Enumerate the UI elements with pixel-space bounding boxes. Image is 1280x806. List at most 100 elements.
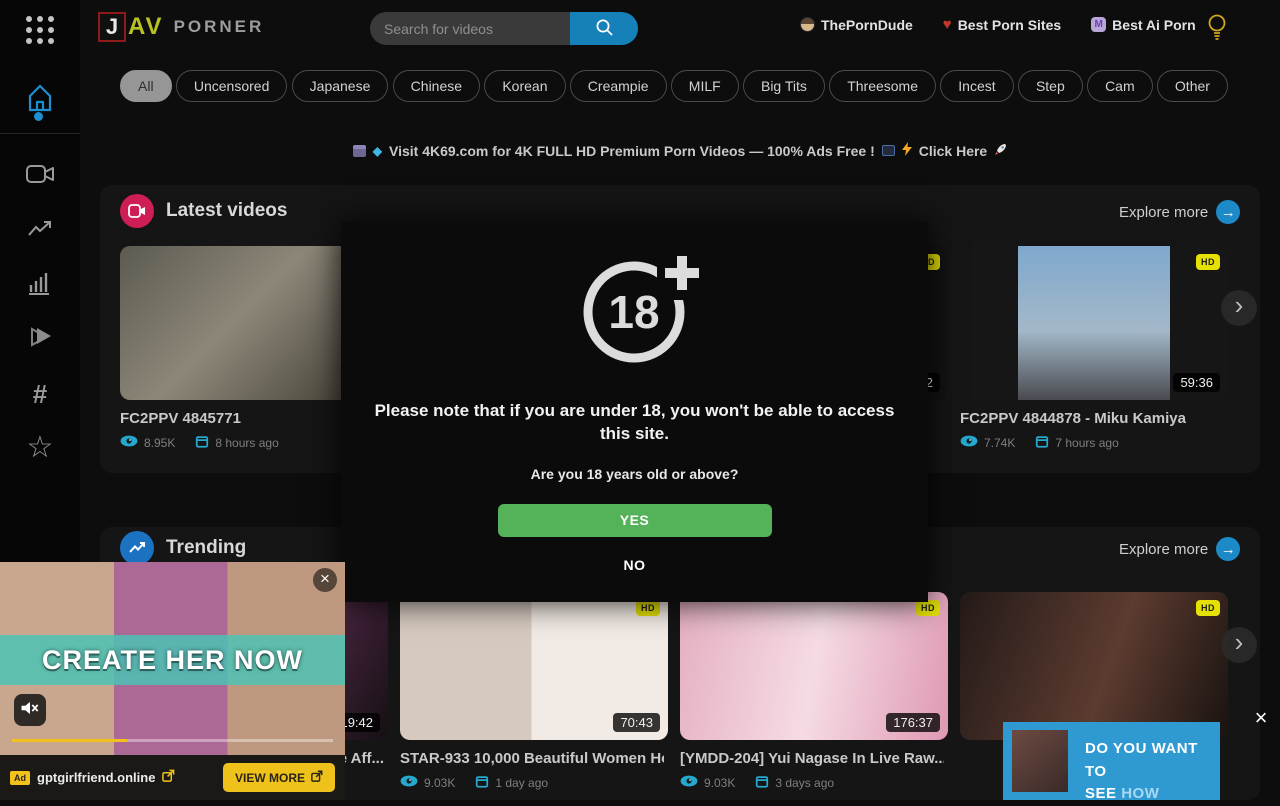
link-label: Best Ai Porn: [1112, 17, 1196, 33]
grid-dots-icon: [26, 16, 54, 44]
explore-more-label: Explore more: [1119, 204, 1208, 221]
ad-headline-band: CREATE HER NOW: [0, 635, 345, 685]
category-pill-creampie[interactable]: Creampie: [570, 70, 667, 102]
ad-text-line1: DO YOU WANT TO: [1085, 738, 1220, 783]
ad-domain-link[interactable]: gptgirlfriend.online: [37, 770, 155, 785]
video-camera-icon: [24, 162, 56, 191]
view-more-button[interactable]: VIEW MORE: [223, 763, 335, 792]
category-pill-milf[interactable]: MILF: [671, 70, 739, 102]
site-logo[interactable]: J AV PORNER: [98, 12, 264, 42]
video-thumbnail[interactable]: HD 59:36: [960, 246, 1228, 400]
ad-progress-track[interactable]: [12, 739, 333, 742]
rocket-icon: [994, 143, 1007, 159]
search-button[interactable]: [570, 12, 638, 45]
video-title[interactable]: STAR-933 10,000 Beautiful Women Honj...: [400, 750, 664, 767]
upload-age: 1 day ago: [495, 776, 548, 790]
no-button[interactable]: NO: [624, 557, 646, 573]
search-icon: [595, 18, 614, 40]
upload-age: 3 days ago: [775, 776, 834, 790]
category-pill-chinese[interactable]: Chinese: [393, 70, 480, 102]
sidebar-item-top-rated[interactable]: [22, 267, 58, 303]
latest-explore-more[interactable]: Explore more →: [1119, 200, 1240, 224]
sidebar-item-tags[interactable]: #: [22, 376, 58, 412]
video-meta: 9.03K 1 day ago: [400, 774, 668, 791]
video-thumbnail[interactable]: HD 70:43: [400, 592, 668, 740]
category-pill-step[interactable]: Step: [1018, 70, 1083, 102]
theme-toggle-button[interactable]: [1204, 12, 1232, 42]
thumbnail-image: [1018, 246, 1170, 400]
video-title[interactable]: FC2PPV 4844878 - Miku Kamiya: [960, 410, 1224, 427]
active-indicator-dot: [34, 112, 43, 121]
category-pill-incest[interactable]: Incest: [940, 70, 1013, 102]
calendar-icon: [475, 774, 489, 791]
latest-carousel-next-button[interactable]: ›: [1221, 290, 1257, 326]
link-theporndude[interactable]: ThePornDude: [800, 17, 913, 33]
category-pill-threesome[interactable]: Threesome: [829, 70, 936, 102]
video-thumbnail[interactable]: HD 176:37: [680, 592, 948, 740]
logo-j-badge: J: [98, 12, 126, 42]
category-pill-japanese[interactable]: Japanese: [292, 70, 389, 102]
link-label: ThePornDude: [821, 17, 913, 33]
hd-badge: HD: [636, 600, 660, 616]
play-icon: [26, 324, 54, 355]
video-ad-overlay: CREATE HER NOW Ad gptgirlfriend.online V…: [0, 562, 345, 800]
video-card: HD 70:43 STAR-933 10,000 Beautiful Women…: [400, 592, 668, 791]
heart-icon: ♥: [943, 16, 952, 33]
view-count: 7.74K: [984, 436, 1015, 450]
latest-videos-icon: [120, 194, 154, 228]
category-pill-big-tits[interactable]: Big Tits: [743, 70, 825, 102]
close-left-ad-button[interactable]: ×: [313, 568, 337, 592]
age-verification-modal: 18 Please note that if you are under 18,…: [341, 222, 928, 602]
sidebar-item-trending[interactable]: [22, 213, 58, 249]
muted-speaker-icon: [20, 699, 40, 722]
link-best-ai-porn[interactable]: M Best Ai Porn: [1091, 17, 1196, 33]
sidebar-item-playlists[interactable]: [22, 321, 58, 357]
age-number: 18: [608, 286, 659, 338]
video-thumbnail[interactable]: HD: [960, 592, 1228, 740]
sidebar-divider: [0, 133, 80, 134]
section-title: Trending: [166, 537, 246, 559]
video-card: HD 59:36 FC2PPV 4844878 - Miku Kamiya 7.…: [960, 246, 1228, 451]
lightbulb-icon: [1204, 29, 1230, 46]
ad-text-how: HOW: [1121, 785, 1159, 802]
bottom-right-ad[interactable]: DO YOU WANT TO SEE HOW: [1003, 722, 1220, 800]
category-pill-uncensored[interactable]: Uncensored: [176, 70, 288, 102]
category-pill-other[interactable]: Other: [1157, 70, 1228, 102]
arrow-right-icon: →: [1216, 200, 1240, 224]
bolt-icon: [902, 142, 912, 159]
calendar-icon: [755, 774, 769, 791]
ad-text-see: SEE: [1085, 785, 1117, 802]
duration-badge: 176:37: [886, 713, 940, 732]
mute-button[interactable]: [14, 694, 46, 726]
trending-explore-more[interactable]: Explore more →: [1119, 537, 1240, 561]
close-icon: ×: [320, 569, 330, 588]
promo-banner[interactable]: ◆ Visit 4K69.com for 4K FULL HD Premium …: [100, 142, 1260, 159]
link-best-porn-sites[interactable]: ♥ Best Porn Sites: [943, 16, 1061, 33]
apps-grid-icon[interactable]: [22, 12, 58, 48]
ad-video-area[interactable]: CREATE HER NOW: [0, 562, 345, 755]
search-input[interactable]: [370, 12, 570, 45]
calendar-icon: [1035, 434, 1049, 451]
category-pill-cam[interactable]: Cam: [1087, 70, 1153, 102]
ad-info-bar: Ad gptgirlfriend.online VIEW MORE: [0, 755, 345, 800]
eye-icon: [680, 775, 698, 790]
chevron-right-icon: ›: [1235, 627, 1244, 657]
logo-site-name: PORNER: [174, 17, 265, 37]
age-warning-text: Please note that if you are under 18, yo…: [365, 400, 905, 446]
sidebar-item-videos[interactable]: [22, 158, 58, 194]
eye-icon: [960, 435, 978, 450]
sidebar-item-favorites[interactable]: ☆: [22, 430, 58, 466]
duration-badge: 70:43: [613, 713, 660, 732]
hd-badge: HD: [1196, 254, 1220, 270]
trending-carousel-next-button[interactable]: ›: [1221, 627, 1257, 663]
age-question-text: Are you 18 years old or above?: [531, 466, 739, 482]
eye-icon: [400, 775, 418, 790]
eye-icon: [120, 435, 138, 450]
yes-button[interactable]: YES: [498, 504, 772, 537]
category-pill-korean[interactable]: Korean: [484, 70, 565, 102]
category-pill-all[interactable]: All: [120, 70, 172, 102]
category-filter-bar: All Uncensored Japanese Chinese Korean C…: [120, 70, 1228, 102]
upload-age: 7 hours ago: [1055, 436, 1118, 450]
video-title[interactable]: [YMDD-204] Yui Nagase In Live Raw...: [680, 750, 944, 767]
close-right-ad-button[interactable]: ×: [1248, 705, 1274, 731]
